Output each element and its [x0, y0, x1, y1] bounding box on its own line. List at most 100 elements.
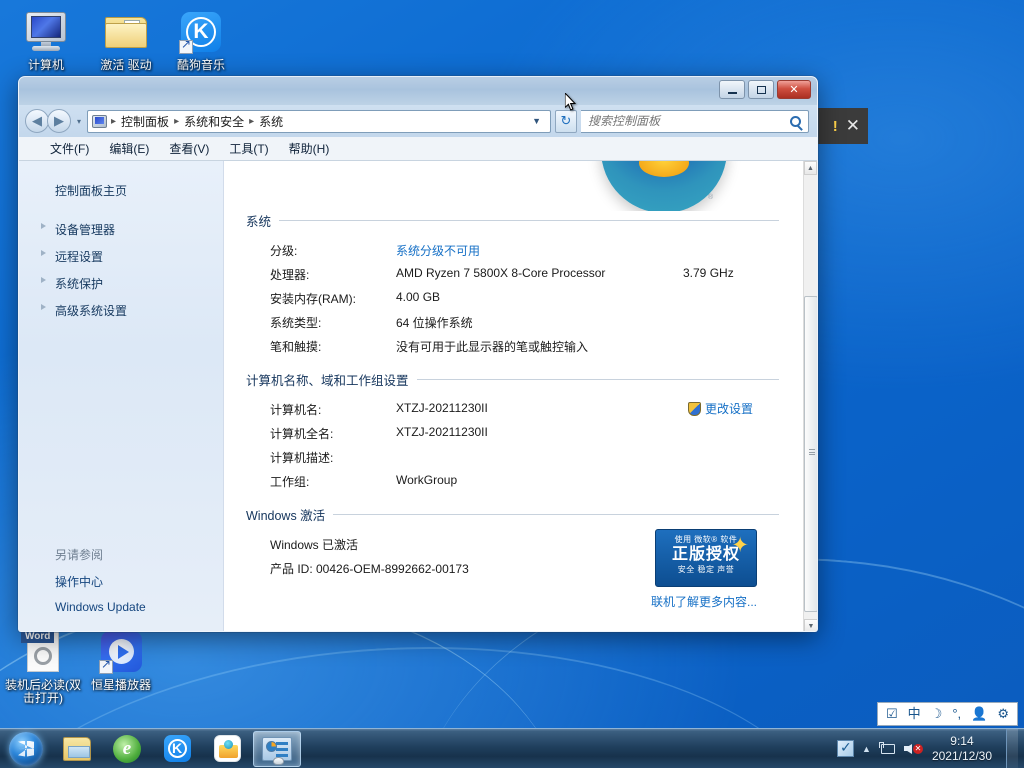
clock[interactable]: 9:14 2021/12/30: [930, 734, 998, 764]
search-input[interactable]: [588, 114, 790, 128]
warning-mark-icon: !: [833, 118, 838, 135]
show-desktop-button[interactable]: [1006, 729, 1018, 768]
tray-overflow-icon[interactable]: ▲: [862, 744, 871, 754]
forward-button[interactable]: ▶: [47, 109, 71, 133]
window-controls: ✕: [719, 80, 811, 99]
divider: [279, 220, 779, 221]
user-dict-icon[interactable]: 👤: [971, 707, 987, 721]
tray-check-icon[interactable]: [837, 740, 854, 757]
taskbar-explorer[interactable]: [53, 731, 101, 767]
scrollbar-grip: [809, 449, 815, 455]
taskbar-toolbox[interactable]: [203, 731, 251, 767]
address-dropdown-icon[interactable]: ▼: [526, 116, 547, 126]
registered-mark: ®: [708, 194, 713, 201]
badge-line-3: 安全 稳定 声誉: [656, 564, 756, 575]
toolbox-icon: [214, 735, 241, 762]
row-value: 64 位操作系统: [396, 314, 779, 331]
divider: [333, 514, 779, 515]
activation-status: Windows 已激活: [246, 536, 358, 553]
see-also-action-center[interactable]: 操作中心: [19, 568, 223, 595]
sidebar-item-control-panel-home[interactable]: 控制面板主页: [19, 179, 223, 202]
content-pane: ® 系统 分级: 系统分级不可用 处理器: AMD Ryzen 7 5800X …: [224, 161, 817, 632]
see-also-title: 另请参阅: [19, 544, 223, 568]
sidebar: 控制面板主页 设备管理器 远程设置 系统保护 高级系统设置 另请参阅 操作中心: [19, 161, 224, 632]
desktop-icon-label: 装机后必读(双击打开): [0, 679, 86, 705]
network-icon[interactable]: [879, 742, 896, 756]
menu-view[interactable]: 查看(V): [160, 137, 218, 160]
row-value: WorkGroup: [396, 473, 779, 490]
window-body: 控制面板主页 设备管理器 远程设置 系统保护 高级系统设置 另请参阅 操作中心: [19, 161, 817, 632]
punctuation-icon[interactable]: °,: [952, 707, 961, 721]
taskbar-control-panel[interactable]: [253, 731, 301, 767]
address-bar[interactable]: ▸ 控制面板 ▸ 系统和安全 ▸ 系统 ▼: [87, 110, 551, 133]
desktop-icon-player[interactable]: 恒星播放器: [78, 628, 164, 692]
halfwidth-icon[interactable]: ☽: [931, 707, 943, 721]
title-bar[interactable]: ✕: [19, 77, 817, 105]
breadcrumb-system-security[interactable]: 系统和安全: [180, 111, 248, 132]
sidebar-item-label: 高级系统设置: [55, 304, 127, 318]
navigation-bar: ◀ ▶ ▾ ▸ 控制面板 ▸ 系统和安全 ▸ 系统 ▼ ↻: [19, 105, 817, 137]
cpu-speed-value: 3.79 GHz: [683, 266, 779, 283]
sidebar-item-advanced-settings[interactable]: 高级系统设置: [19, 297, 223, 324]
back-button[interactable]: ◀: [25, 109, 49, 133]
menu-tools[interactable]: 工具(T): [220, 137, 277, 160]
chevron-right-icon: [41, 250, 46, 256]
desktop-icon-computer[interactable]: 计算机: [3, 8, 89, 72]
menu-help[interactable]: 帮助(H): [280, 137, 339, 160]
menu-edit[interactable]: 编辑(E): [100, 137, 158, 160]
row-value: 没有可用于此显示器的笔或触控输入: [396, 338, 779, 355]
windows-orb-icon: [9, 732, 43, 766]
scroll-up-button[interactable]: ▲: [804, 161, 817, 175]
desktop-icon-drivers[interactable]: 激活 驱动: [83, 8, 169, 72]
row-key: 计算机名:: [246, 401, 396, 418]
chevron-right-icon: [41, 223, 46, 229]
see-also-windows-update[interactable]: Windows Update: [19, 595, 223, 619]
history-dropdown-icon[interactable]: ▾: [75, 117, 83, 126]
control-panel-window: ✕ ◀ ▶ ▾ ▸ 控制面板 ▸ 系统和安全 ▸ 系统 ▼ ↻ 文件(F) 编辑…: [18, 76, 818, 632]
sidebar-item-system-protection[interactable]: 系统保护: [19, 270, 223, 297]
close-icon[interactable]: ✕: [846, 116, 860, 136]
shortcut-arrow-icon: [179, 40, 193, 54]
windows-logo-icon: [601, 161, 727, 211]
start-button[interactable]: [0, 730, 52, 768]
system-section: 系统 分级: 系统分级不可用 处理器: AMD Ryzen 7 5800X 8-…: [246, 211, 779, 358]
desktop-icon-kugou[interactable]: K 酷狗音乐: [158, 8, 244, 72]
breadcrumb-control-panel[interactable]: 控制面板: [117, 111, 173, 132]
scrollbar-thumb[interactable]: [804, 296, 817, 612]
scroll-down-button[interactable]: ▼: [804, 619, 817, 632]
menu-file[interactable]: 文件(F): [41, 137, 98, 160]
sidebar-item-device-manager[interactable]: 设备管理器: [19, 216, 223, 243]
search-box[interactable]: [581, 110, 809, 133]
computer-section-title: 计算机名称、域和工作组设置: [246, 370, 409, 389]
vertical-scrollbar[interactable]: ▲ ▼: [803, 161, 817, 632]
drivers-folder-icon: [102, 8, 150, 56]
refresh-button[interactable]: ↻: [555, 110, 577, 133]
row-key: 系统类型:: [246, 314, 396, 331]
clock-date: 2021/12/30: [932, 749, 992, 764]
genuine-badge: 使用 微软® 软件 正版授权 安全 稳定 声誉 ✦: [655, 529, 757, 587]
breadcrumb-system[interactable]: 系统: [255, 111, 287, 132]
chevron-right-icon: [41, 277, 46, 283]
search-icon: [790, 116, 801, 127]
computer-icon: [22, 8, 70, 56]
desktop-icon-readme[interactable]: Word 装机后必读(双击打开): [0, 628, 86, 705]
row-value: [396, 449, 779, 466]
maximize-button[interactable]: [748, 80, 774, 99]
desktop-icon-label: 恒星播放器: [78, 679, 164, 692]
control-panel-icon: [92, 115, 107, 128]
sidebar-item-remote-settings[interactable]: 远程设置: [19, 243, 223, 270]
star-icon: ✦: [731, 535, 749, 556]
minimize-button[interactable]: [719, 80, 745, 99]
close-button[interactable]: ✕: [777, 80, 811, 99]
taskbar-ie[interactable]: e: [103, 731, 151, 767]
volume-muted-icon[interactable]: ✕: [904, 741, 922, 756]
system-section-title: 系统: [246, 211, 271, 230]
ime-pad-icon[interactable]: ☑: [886, 707, 898, 721]
ime-settings-icon[interactable]: ⚙: [997, 707, 1009, 721]
shield-icon: [688, 402, 701, 416]
learn-more-link[interactable]: 联机了解更多内容...: [651, 593, 757, 610]
taskbar-kugou[interactable]: K: [153, 731, 201, 767]
chinese-mode-icon[interactable]: 中: [908, 707, 921, 721]
change-settings-link[interactable]: 更改设置: [688, 400, 753, 417]
rating-link[interactable]: 系统分级不可用: [396, 242, 779, 259]
